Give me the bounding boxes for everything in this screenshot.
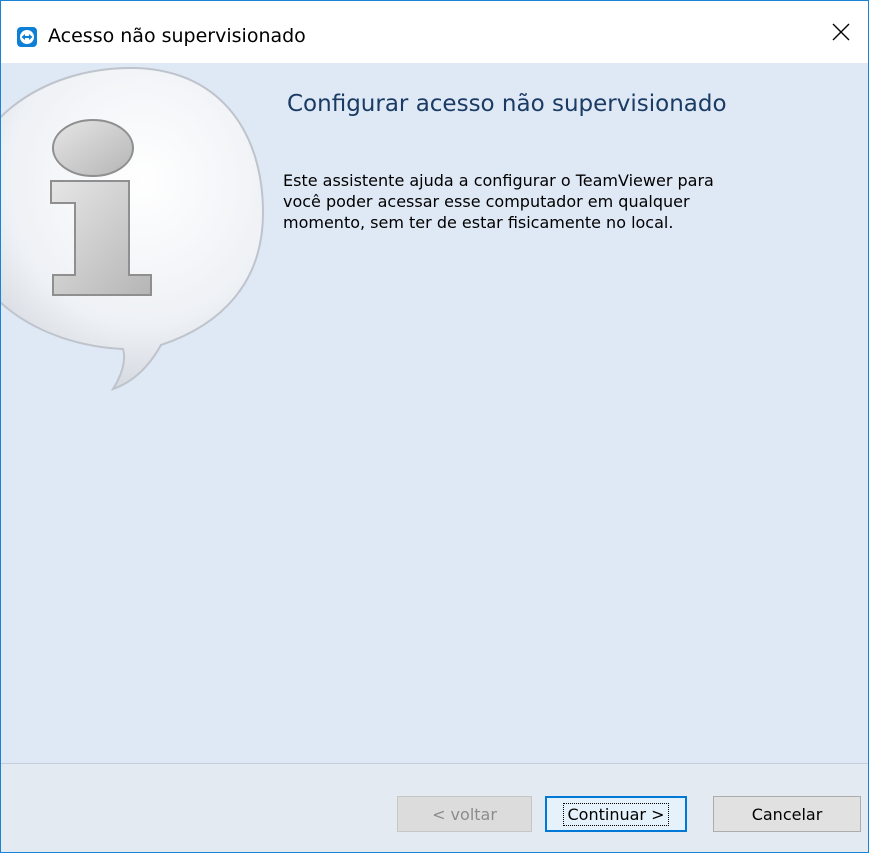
description-line: você poder acessar esse computador em qu…	[283, 192, 690, 211]
dialog-window: Acesso não supervisionado Configurar ace…	[0, 0, 869, 853]
continue-button[interactable]: Continuar >	[545, 796, 687, 832]
close-button[interactable]	[814, 1, 868, 63]
cancel-button[interactable]: Cancelar	[713, 796, 861, 832]
continue-button-label: Continuar >	[562, 802, 670, 826]
wizard-content: Configurar acesso não supervisionado Est…	[1, 63, 868, 763]
back-button[interactable]: < voltar	[397, 796, 532, 832]
page-title: Configurar acesso não supervisionado	[287, 91, 727, 117]
description-line: momento, sem ter de estar fisicamente no…	[283, 213, 674, 232]
teamviewer-icon	[17, 27, 37, 47]
description-line: Este assistente ajuda a configurar o Tea…	[283, 171, 714, 190]
description-text: Este assistente ajuda a configurar o Tea…	[283, 170, 803, 233]
window-title: Acesso não supervisionado	[48, 25, 306, 47]
button-bar: < voltar Continuar > Cancelar	[1, 764, 868, 852]
close-icon	[832, 23, 850, 41]
title-bar[interactable]: Acesso não supervisionado	[1, 1, 868, 63]
info-speech-bubble-icon	[1, 66, 265, 391]
